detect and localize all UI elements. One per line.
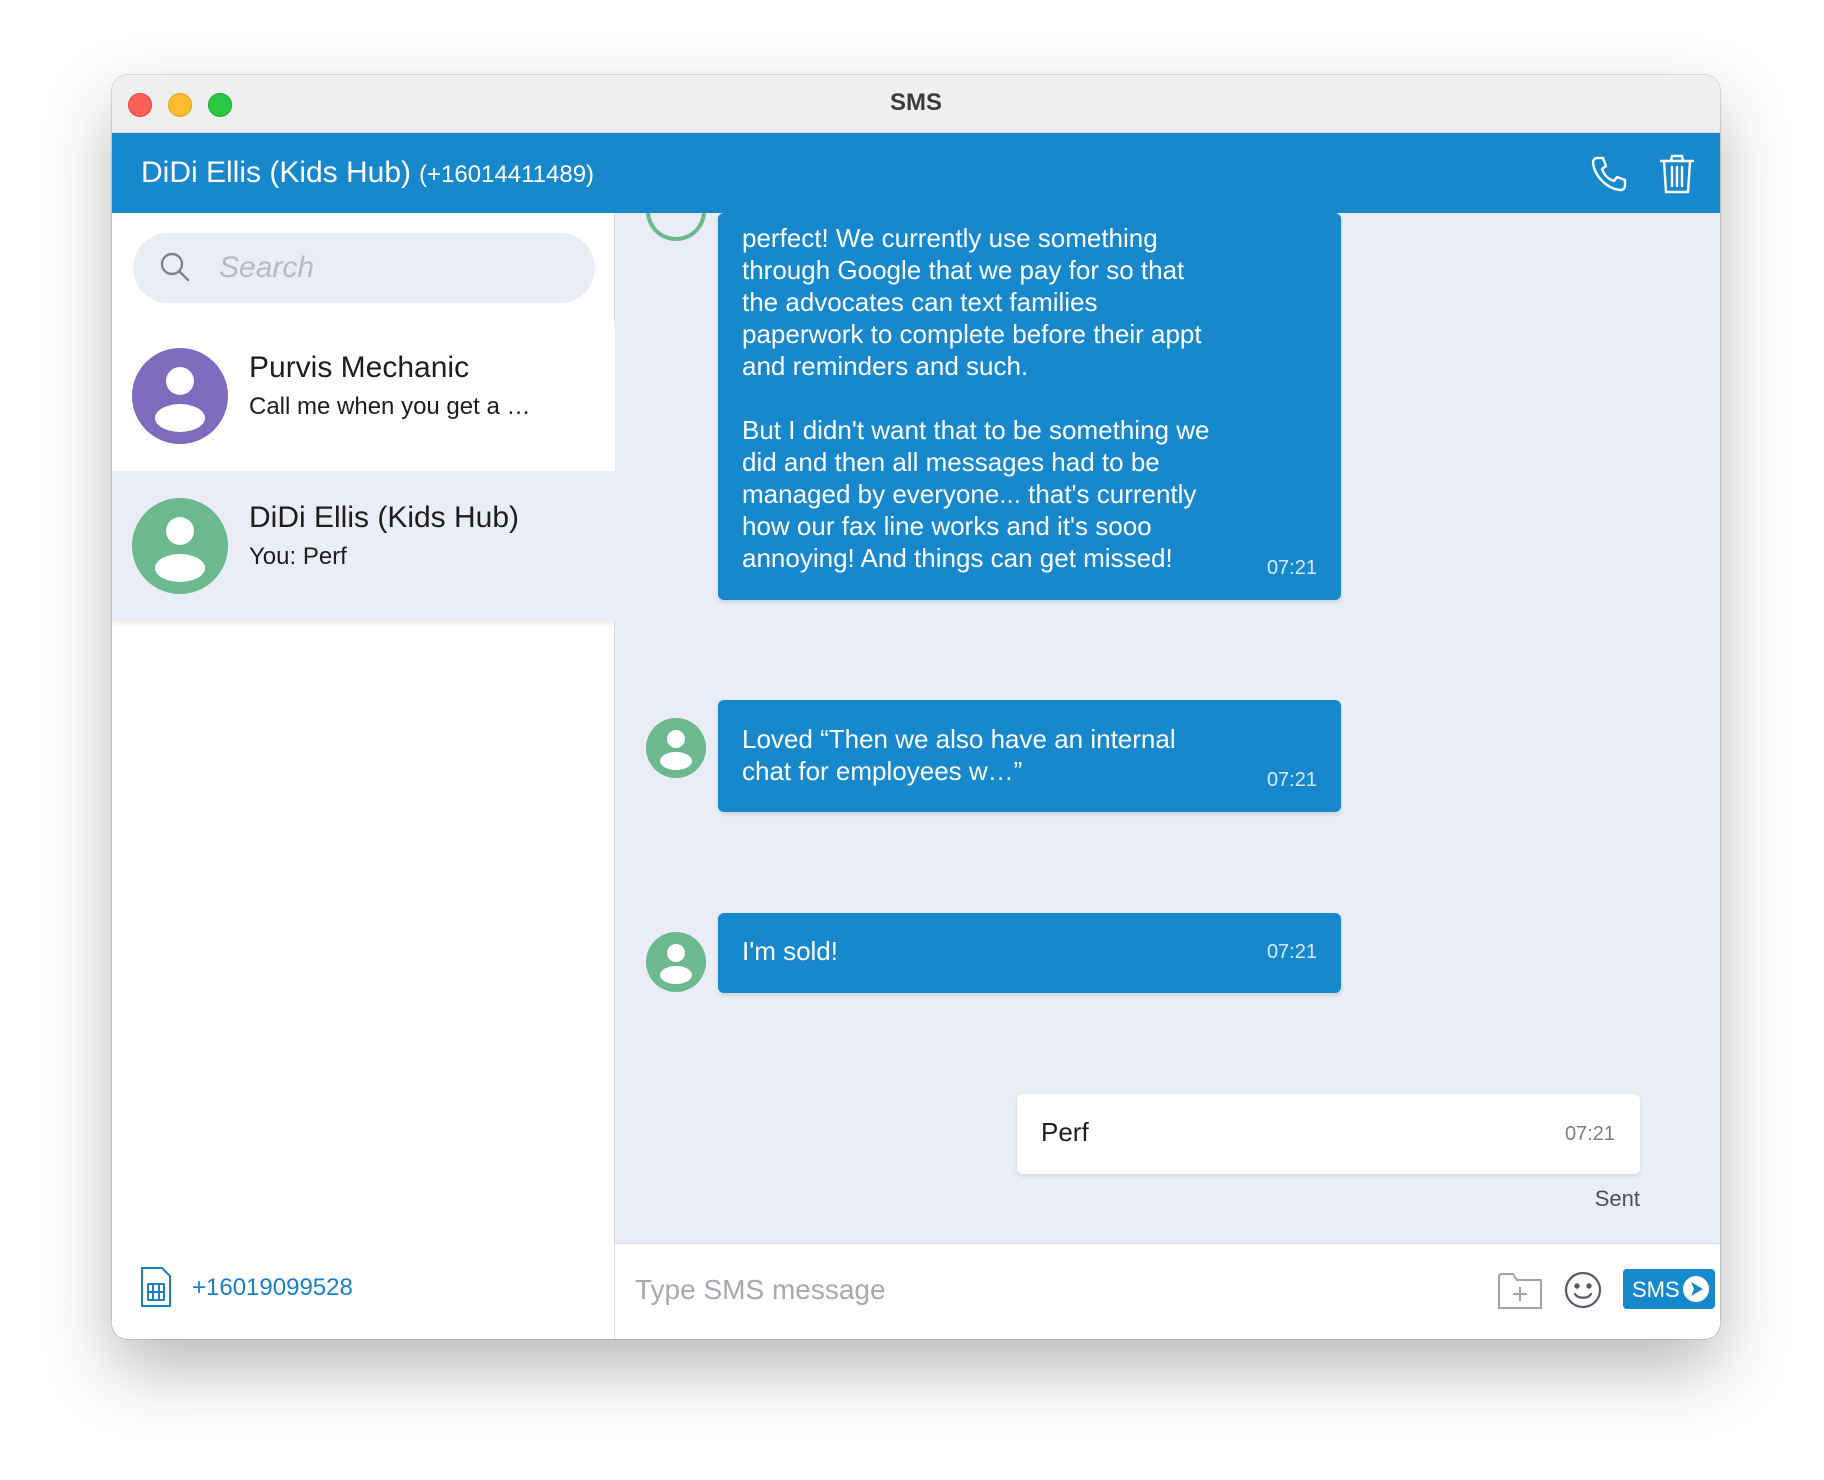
conversation-preview: Call me when you get a … <box>249 393 531 420</box>
message-text: I'm sold! <box>742 936 838 966</box>
incoming-message[interactable]: I'm sold! 07:21 <box>718 913 1341 993</box>
avatar-icon <box>132 348 228 444</box>
emoji-icon[interactable] <box>1563 1270 1603 1310</box>
conversation-item[interactable]: Purvis Mechanic Call me when you get a … <box>112 321 615 471</box>
conversation-preview: You: Perf <box>249 543 347 570</box>
send-button-label: SMS <box>1632 1277 1680 1302</box>
incoming-message[interactable]: perfect! We currently use something thro… <box>718 213 1341 600</box>
attach-file-icon[interactable] <box>1497 1270 1543 1310</box>
send-sms-button[interactable]: SMS <box>1623 1269 1715 1309</box>
message-text: Perf <box>1041 1117 1089 1147</box>
message-text: perfect! We currently use something thro… <box>742 223 1210 573</box>
conversation-name: Purvis Mechanic <box>249 351 470 384</box>
message-composer: SMS <box>615 1243 1720 1339</box>
message-time: 07:21 <box>1266 941 1317 963</box>
phone-icon[interactable] <box>1588 153 1630 195</box>
sim-number: +16019099528 <box>192 1274 353 1301</box>
contact-phone: (+16014411489) <box>419 161 595 188</box>
sim-card-icon <box>141 1267 171 1307</box>
conversation-item-selected[interactable]: DiDi Ellis (Kids Hub) You: Perf <box>112 471 615 621</box>
message-thread: perfect! We currently use something thro… <box>615 213 1720 1243</box>
title-bar: SMS <box>112 75 1720 133</box>
message-time: 07:21 <box>1564 1123 1615 1145</box>
avatar-icon <box>646 932 706 992</box>
sms-window: SMS DiDi Ellis (Kids Hub) (+16014411489) <box>112 75 1720 1339</box>
outgoing-message[interactable]: Perf 07:21 <box>1017 1094 1640 1174</box>
contact-name: DiDi Ellis (Kids Hub) <box>141 156 412 189</box>
incoming-message[interactable]: Loved “Then we also have an internal cha… <box>718 700 1341 812</box>
send-arrow-icon <box>1683 1276 1709 1302</box>
message-time: 07:21 <box>1266 769 1317 791</box>
search-box <box>133 233 595 303</box>
message-input[interactable] <box>635 1268 1335 1312</box>
avatar-icon <box>646 718 706 778</box>
conversation-sidebar: Purvis Mechanic Call me when you get a …… <box>112 213 615 1339</box>
search-input[interactable] <box>219 247 569 289</box>
trash-icon[interactable] <box>1656 153 1698 195</box>
window-title: SMS <box>889 89 942 116</box>
message-text: Loved “Then we also have an internal cha… <box>742 724 1176 786</box>
message-time: 07:21 <box>1266 557 1317 579</box>
delivery-status: Sent <box>1594 1186 1640 1211</box>
search-icon <box>160 252 190 282</box>
avatar-icon <box>132 498 228 594</box>
avatar-icon <box>646 213 706 241</box>
conversation-header: DiDi Ellis (Kids Hub) (+16014411489) <box>112 133 1720 213</box>
conversation-name: DiDi Ellis (Kids Hub) <box>249 501 520 534</box>
